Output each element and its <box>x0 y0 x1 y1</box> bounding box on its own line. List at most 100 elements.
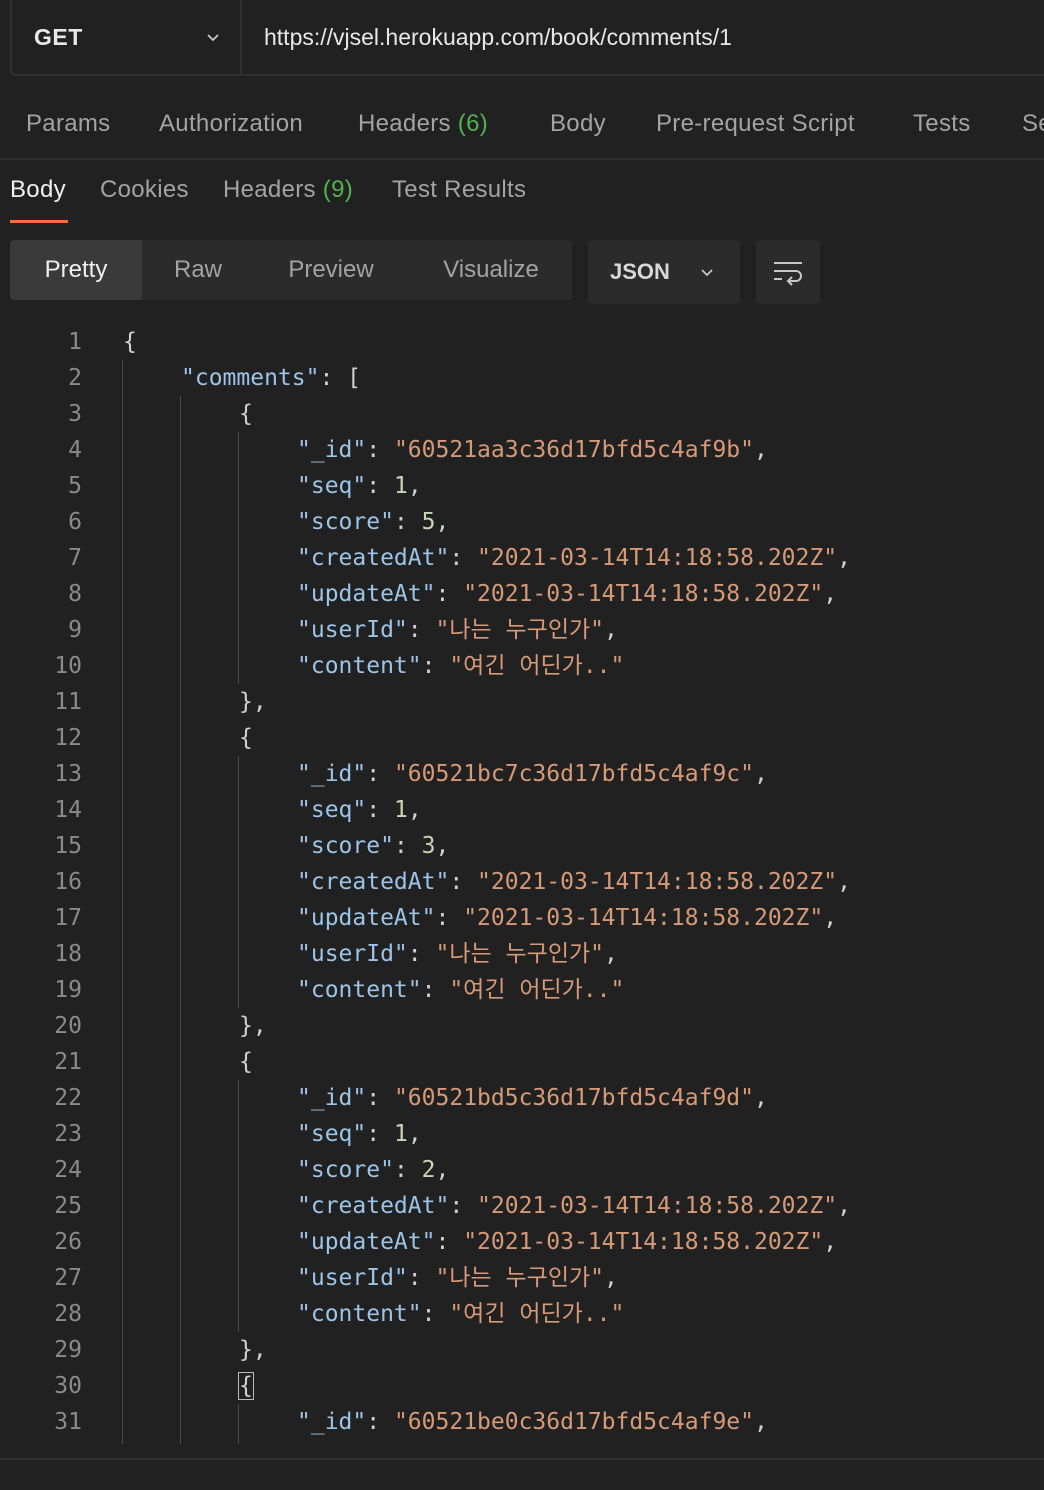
code-text: "updateAt": "2021-03-14T14:18:58.202Z", <box>297 1224 837 1260</box>
json-number: 1 <box>393 797 408 823</box>
json-key: "_id" <box>297 1085 367 1111</box>
tab-settings[interactable]: Se <box>1022 110 1044 138</box>
tab-authorization[interactable]: Authorization <box>159 110 303 138</box>
view-mode-visualize[interactable]: Visualize <box>420 240 562 300</box>
json-punctuation: : <box>366 1085 394 1111</box>
code-text: "createdAt": "2021-03-14T14:18:58.202Z", <box>297 540 851 576</box>
json-punctuation: : <box>449 1193 478 1219</box>
json-punctuation: , <box>753 761 768 787</box>
json-punctuation: : <box>393 833 422 859</box>
tab-label: Authorization <box>159 110 303 137</box>
json-punctuation: : <box>407 617 436 643</box>
json-punctuation: : <box>421 1301 450 1327</box>
json-punctuation: : <box>366 1409 394 1435</box>
tab-headers[interactable]: Headers (6) <box>358 110 488 138</box>
chevron-down-icon <box>207 34 219 42</box>
tab-body[interactable]: Body <box>550 110 606 138</box>
json-string: "2021-03-14T14:18:58.202Z" <box>477 869 838 895</box>
code-text: "seq": 1, <box>297 792 422 828</box>
format-select[interactable]: JSON <box>588 240 740 304</box>
method-select[interactable]: GET <box>12 0 242 74</box>
line-number: 28 <box>54 1301 82 1327</box>
bracket-cursor: { <box>238 1372 254 1400</box>
line-number: 4 <box>68 437 82 463</box>
code-text: "userId": "나는 누구인가", <box>297 612 618 648</box>
indent-guide <box>238 1404 239 1444</box>
response-tab-headers[interactable]: Headers (9) <box>223 176 353 204</box>
json-punctuation: , <box>753 1085 768 1111</box>
json-punctuation: , <box>753 1409 768 1435</box>
code-text: "_id": "60521be0c36d17bfd5c4af9e", <box>297 1404 768 1440</box>
json-punctuation: : <box>407 1265 436 1291</box>
line-number: 21 <box>54 1049 82 1075</box>
code-text: "content": "여긴 어딘가.." <box>297 648 624 684</box>
json-punctuation: : <box>435 581 464 607</box>
json-punctuation: { <box>239 1049 253 1075</box>
json-key: "_id" <box>297 1409 367 1435</box>
view-mode-preview[interactable]: Preview <box>270 240 392 300</box>
view-mode-selector: Pretty Raw Preview Visualize <box>10 240 572 300</box>
tab-label: Test Results <box>392 176 527 203</box>
code-text: "updateAt": "2021-03-14T14:18:58.202Z", <box>297 900 837 936</box>
json-punctuation: : <box>449 869 478 895</box>
response-tab-test-results[interactable]: Test Results <box>392 176 526 204</box>
view-mode-raw[interactable]: Raw <box>142 240 254 300</box>
json-key: "_id" <box>297 761 367 787</box>
json-key: "content" <box>297 653 422 679</box>
tab-pre-request-script[interactable]: Pre-request Script <box>656 110 855 138</box>
json-key: "seq" <box>297 473 367 499</box>
line-number: 13 <box>54 761 82 787</box>
json-string: "나는 누구인가" <box>435 617 604 643</box>
json-key: "score" <box>297 1157 394 1183</box>
tab-params[interactable]: Params <box>26 110 111 138</box>
response-headers-count-badge: (9) <box>322 176 354 203</box>
json-string: "60521aa3c36d17bfd5c4af9b" <box>393 437 754 463</box>
line-number: 20 <box>54 1013 82 1039</box>
code-text: "createdAt": "2021-03-14T14:18:58.202Z", <box>297 1188 851 1224</box>
line-number: 5 <box>68 473 82 499</box>
json-key: "updateAt" <box>297 1229 436 1255</box>
request-tabs: Params Authorization Headers (6) Body Pr… <box>0 96 1044 160</box>
json-punctuation: , <box>823 1229 838 1255</box>
json-key: "seq" <box>297 1121 367 1147</box>
response-tab-body[interactable]: Body <box>10 176 66 204</box>
json-punctuation: : <box>421 653 450 679</box>
tab-tests[interactable]: Tests <box>913 110 971 138</box>
chevron-down-icon <box>701 269 713 277</box>
json-punctuation: : <box>366 797 394 823</box>
json-string: "여긴 어딘가.." <box>449 653 625 679</box>
json-number: 2 <box>421 1157 436 1183</box>
indent-guide <box>238 756 239 1008</box>
code-text: }, <box>239 684 267 720</box>
view-mode-pretty[interactable]: Pretty <box>10 240 142 300</box>
json-key: "userId" <box>297 941 408 967</box>
json-punctuation: : <box>366 473 394 499</box>
response-tab-cookies[interactable]: Cookies <box>100 176 189 204</box>
json-punctuation: }, <box>239 1337 267 1363</box>
url-input[interactable]: https://vjsel.herokuapp.com/book/comment… <box>242 24 732 51</box>
json-string: "2021-03-14T14:18:58.202Z" <box>477 545 838 571</box>
code-text: "comments": [ <box>181 360 361 396</box>
code-text: }, <box>239 1008 267 1044</box>
json-punctuation: : <box>435 905 464 931</box>
code-text: "score": 3, <box>297 828 449 864</box>
json-punctuation: , <box>604 617 618 643</box>
wrap-lines-button[interactable] <box>756 240 820 304</box>
json-key: "createdAt" <box>297 545 450 571</box>
json-punctuation: , <box>407 797 422 823</box>
code-text: { <box>239 720 253 756</box>
indent-guide <box>238 1080 239 1332</box>
json-key: "updateAt" <box>297 581 436 607</box>
code-text: "seq": 1, <box>297 1116 422 1152</box>
code-text: { <box>239 396 253 432</box>
json-punctuation: , <box>435 833 450 859</box>
indent-guide <box>180 396 181 1444</box>
code-text: "updateAt": "2021-03-14T14:18:58.202Z", <box>297 576 837 612</box>
request-url-bar: GET https://vjsel.herokuapp.com/book/com… <box>10 0 1044 76</box>
headers-count-badge: (6) <box>457 110 489 137</box>
json-key: "content" <box>297 1301 422 1327</box>
json-punctuation: { <box>239 401 253 427</box>
response-body-editor[interactable]: 1 {2 "comments": [3 {4 "_id": "60521aa3c36d1… <box>0 324 1044 1454</box>
json-string: "여긴 어딘가.." <box>449 1301 625 1327</box>
line-number: 29 <box>54 1337 82 1363</box>
